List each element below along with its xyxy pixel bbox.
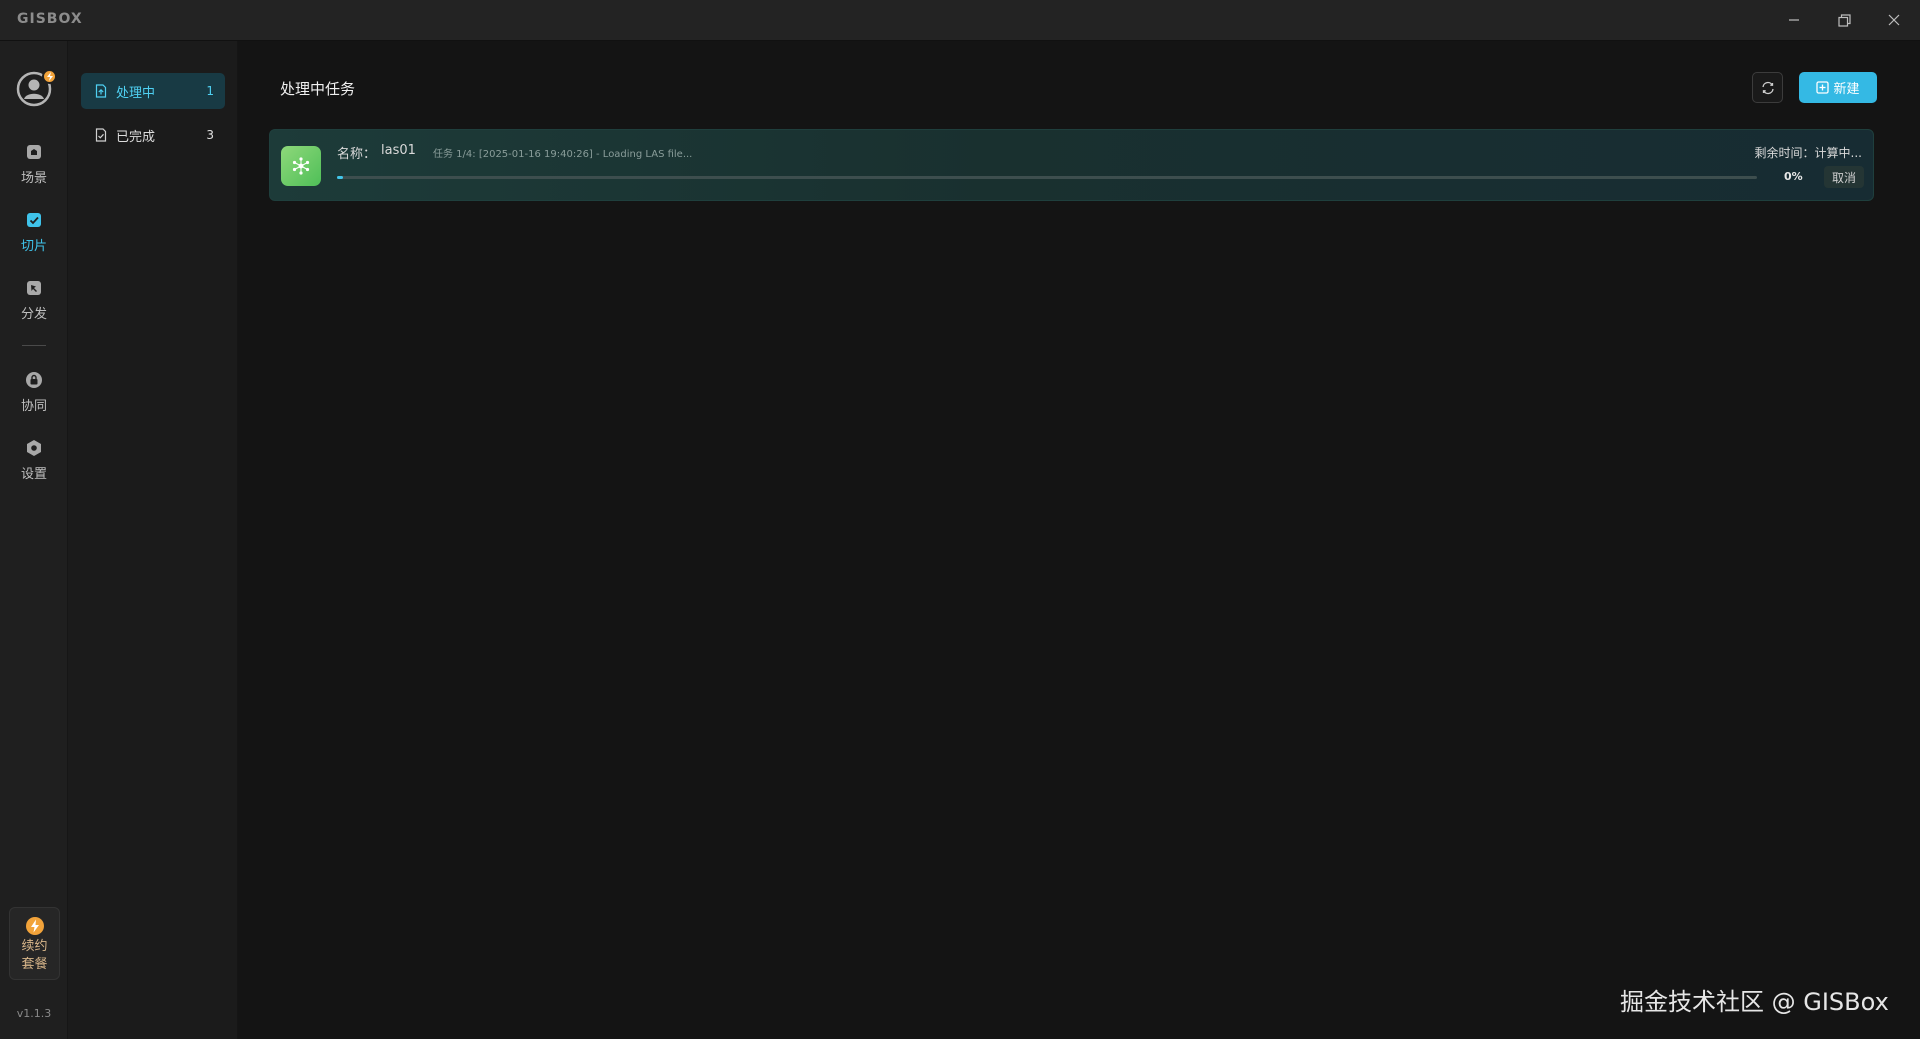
task-name: las01 [381, 143, 416, 158]
lightning-badge-icon [42, 69, 57, 84]
app-logo: GISBOX [17, 11, 83, 27]
rail-item-distribute[interactable]: 分发 [0, 273, 68, 329]
scene-icon [27, 145, 41, 159]
slice-icon [27, 213, 41, 227]
new-task-button[interactable]: 新建 [1799, 72, 1877, 103]
task-remaining-time: 剩余时间：计算中... [1754, 146, 1862, 160]
rail-item-label: 分发 [20, 307, 47, 322]
settings-icon [27, 440, 41, 456]
category-label: 已完成 [116, 129, 156, 145]
category-count: 1 [206, 84, 214, 98]
title-bar: GISBOX [0, 0, 1920, 41]
page-title: 处理中任务 [280, 80, 356, 98]
rail-divider [22, 345, 46, 346]
point-cloud-icon [292, 157, 310, 175]
watermark-text: 掘金技术社区 @ GISBox [1620, 988, 1889, 1016]
rail-item-collaborate[interactable]: 协同 [0, 365, 68, 421]
restore-icon [1837, 13, 1851, 27]
document-check-icon [95, 128, 107, 142]
new-task-label: 新建 [1833, 82, 1860, 97]
category-label: 处理中 [116, 85, 156, 101]
rail-item-label: 切片 [20, 239, 47, 254]
rail-item-label: 设置 [20, 467, 47, 482]
rail-item-label: 场景 [20, 171, 47, 186]
restore-button[interactable] [1826, 7, 1862, 33]
renew-plan-label: 续约套餐 [21, 939, 48, 972]
refresh-button[interactable] [1752, 72, 1783, 103]
add-icon [1816, 81, 1830, 94]
main-content: 处理中任务 新建 名称： las01 任务 1/4: [2025-01-16 1… [238, 41, 1920, 1039]
category-completed[interactable]: 已完成 3 [81, 117, 225, 153]
lightning-icon [25, 917, 44, 935]
task-category-panel: 处理中 1 已完成 3 [68, 41, 238, 1039]
task-thumbnail [281, 146, 321, 186]
distribute-icon [27, 281, 41, 295]
category-count: 3 [206, 128, 214, 142]
task-progress-percent: 0% [1784, 170, 1803, 183]
renew-plan-button[interactable]: 续约套餐 [9, 907, 60, 980]
task-name-label: 名称： [337, 147, 377, 162]
app-version: v1.1.3 [16, 1007, 52, 1020]
rail-item-settings[interactable]: 设置 [0, 433, 68, 489]
minimize-icon [1789, 19, 1799, 21]
category-processing[interactable]: 处理中 1 [81, 73, 225, 109]
minimize-button[interactable] [1776, 7, 1812, 33]
task-card: 名称： las01 任务 1/4: [2025-01-16 19:40:26] … [269, 129, 1874, 201]
cancel-task-button[interactable]: 取消 [1824, 166, 1864, 188]
task-progress-bar [337, 176, 1757, 179]
document-upload-icon [95, 84, 107, 98]
collaborate-icon [26, 372, 42, 388]
rail-item-slice[interactable]: 切片 [0, 205, 68, 261]
task-progress-fill [337, 176, 343, 179]
close-button[interactable] [1876, 7, 1912, 33]
refresh-icon [1761, 81, 1774, 94]
nav-rail: 场景 切片 分发 协同 设置 续约套餐 v1.1.3 [0, 41, 68, 1039]
rail-item-label: 协同 [20, 399, 47, 414]
close-icon [1888, 14, 1900, 26]
task-status-text: 任务 1/4: [2025-01-16 19:40:26] - Loading … [433, 149, 693, 160]
rail-item-scene[interactable]: 场景 [0, 137, 68, 193]
